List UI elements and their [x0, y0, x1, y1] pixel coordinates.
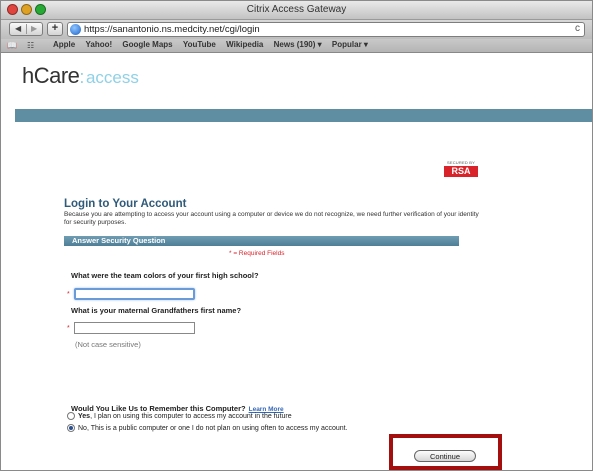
option-no[interactable]: No, This is a public computer or one I d… [67, 424, 348, 432]
url-text[interactable]: https://sanantonio.ns.medcity.net/cgi/lo… [84, 24, 260, 35]
bookmark-youtube[interactable]: YouTube [183, 40, 216, 49]
page-title: Login to Your Account [64, 198, 187, 210]
bookmark-popular[interactable]: Popular ▾ [332, 40, 368, 49]
window-title: Citrix Access Gateway [246, 4, 347, 15]
logo-suffix: access [85, 68, 139, 87]
option-yes-bold: Yes [78, 413, 91, 420]
secured-by-label: SECURED BY [446, 160, 475, 165]
page-content: hCare: access SECURED BY RSA Login to You… [1, 53, 592, 470]
option-yes-text: , I plan on using this computer to acces… [90, 413, 292, 420]
option-yes[interactable]: Yes, I plan on using this computer to ac… [67, 412, 292, 420]
question-1-label: What were the team colors of your first … [71, 271, 259, 280]
continue-button[interactable]: Continue [414, 450, 476, 462]
radio-no[interactable] [67, 424, 75, 432]
option-no-text: No, This is a public computer or one I d… [78, 425, 348, 432]
logo-dots: : [79, 67, 84, 87]
required-fields-note: * = Required Fields [229, 250, 285, 257]
case-hint: (Not case sensitive) [75, 340, 141, 349]
required-star-2: * [67, 325, 70, 332]
browser-toolbar: ◀ ▶ + https://sanantonio.ns.medcity.net/… [1, 20, 592, 39]
globe-icon [70, 24, 81, 35]
bookmark-wikipedia[interactable]: Wikipedia [226, 40, 263, 49]
rsa-logo: RSA [444, 166, 478, 177]
bookmark-apple[interactable]: Apple [53, 40, 75, 49]
browser-window: Citrix Access Gateway ◀ ▶ + https://sana… [0, 0, 593, 471]
bookmark-news[interactable]: News (190) ▾ [274, 40, 322, 49]
hcare-logo: hCare: access [22, 63, 139, 89]
add-bookmark-button[interactable]: + [47, 22, 63, 36]
reload-icon[interactable]: c [575, 23, 580, 34]
address-bar[interactable]: https://sanantonio.ns.medcity.net/cgi/lo… [67, 22, 585, 37]
bookmark-google-maps[interactable]: Google Maps [122, 40, 172, 49]
back-arrow-icon[interactable]: ◀ [15, 23, 21, 35]
security-answer-2-input[interactable] [74, 322, 195, 334]
radio-yes[interactable] [67, 412, 75, 420]
page-description: Because you are attempting to access you… [64, 211, 479, 226]
question-2-label: What is your maternal Grandfathers first… [71, 306, 242, 315]
grid-icon[interactable]: ☷ [27, 41, 34, 50]
bookmarks-bar: 📖 ☷ Apple Yahoo! Google Maps YouTube Wik… [1, 39, 592, 53]
forward-arrow-icon[interactable]: ▶ [31, 23, 37, 35]
header-bar [15, 109, 592, 122]
nav-buttons: ◀ ▶ [9, 22, 43, 36]
logo-name: hCare [22, 63, 80, 88]
required-star-1: * [67, 291, 70, 298]
title-bar: Citrix Access Gateway [1, 1, 592, 20]
bookmark-yahoo[interactable]: Yahoo! [85, 40, 112, 49]
nav-divider [26, 24, 27, 34]
rsa-badge: SECURED BY RSA [444, 160, 478, 177]
section-header: Answer Security Question [64, 236, 459, 246]
bookmark-items: Apple Yahoo! Google Maps YouTube Wikiped… [53, 40, 376, 49]
security-answer-1-input[interactable] [74, 288, 195, 300]
book-icon[interactable]: 📖 [7, 41, 17, 50]
